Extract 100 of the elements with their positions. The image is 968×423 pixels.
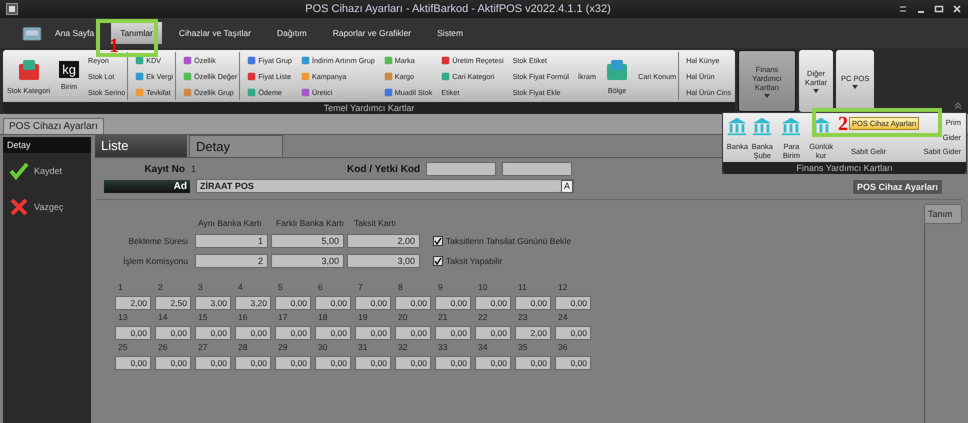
caret-icon: [764, 94, 770, 98]
installment-number: 18: [317, 312, 328, 322]
rate-field[interactable]: 0,00: [395, 296, 431, 310]
collapse-icon[interactable]: [954, 102, 962, 110]
rate-field[interactable]: 3,20: [235, 296, 271, 310]
rate-field[interactable]: 0,00: [115, 356, 151, 370]
highlight-frame: [96, 19, 158, 57]
installment-number: 13: [117, 312, 128, 322]
rate-field[interactable]: 0,00: [555, 356, 591, 370]
installment-number: 27: [197, 342, 208, 352]
installment-number: 31: [357, 342, 368, 352]
document-tab[interactable]: POS Cihazı Ayarları: [3, 118, 104, 134]
rate-field[interactable]: 0,00: [355, 326, 391, 340]
view-tab[interactable]: Detay: [189, 135, 283, 157]
rate-field[interactable]: 0,00: [275, 326, 311, 340]
rate-field[interactable]: 0,00: [275, 296, 311, 310]
checkmark-icon: [434, 237, 442, 245]
rate-field[interactable]: 2,50: [155, 296, 191, 310]
tile-icon: [301, 56, 310, 64]
rate-field[interactable]: 0,00: [235, 326, 271, 340]
rate-field[interactable]: 0,00: [315, 356, 351, 370]
installment-number: 35: [517, 342, 528, 352]
rate-field[interactable]: 0,00: [195, 356, 231, 370]
number-field[interactable]: 2: [195, 254, 268, 268]
rate-field[interactable]: 2,00: [115, 296, 151, 310]
ribbon-tab[interactable]: Ana Sayfa: [46, 22, 104, 44]
installment-number: 29: [277, 342, 288, 352]
folder-icon: [22, 24, 42, 42]
name-field[interactable]: ZİRAAT POS A: [196, 179, 574, 193]
number-field[interactable]: 3,00: [347, 254, 420, 268]
rate-field[interactable]: 0,00: [115, 326, 151, 340]
installment-number: 22: [477, 312, 488, 322]
number-field[interactable]: 1: [195, 234, 268, 248]
font-button[interactable]: A: [560, 180, 573, 192]
rate-field[interactable]: 0,00: [475, 326, 511, 340]
ribbon-tab[interactable]: Raporlar ve Grafikler: [324, 22, 420, 44]
rate-field[interactable]: 0,00: [195, 326, 231, 340]
rate-field[interactable]: 0,00: [515, 296, 551, 310]
number-field[interactable]: 3,00: [271, 254, 344, 268]
ribbon-tab[interactable]: Sistem: [428, 22, 472, 44]
installment-number: 19: [357, 312, 368, 322]
rate-field[interactable]: 0,00: [275, 356, 311, 370]
rate-field[interactable]: 0,00: [235, 356, 271, 370]
installment-number: 6: [317, 282, 324, 292]
rate-field[interactable]: 0,00: [355, 356, 391, 370]
boxes-icon: [605, 58, 630, 82]
record-no-value: 1: [191, 164, 198, 174]
tile-icon: [247, 56, 256, 64]
installment-number: 12: [557, 282, 568, 292]
unit-badge: kg: [59, 61, 79, 78]
option-checkbox[interactable]: Taksit Yapabilir: [433, 256, 502, 266]
ribbon-tab[interactable]: Cihazlar ve Taşıtlar: [170, 22, 260, 44]
installment-number: 16: [237, 312, 248, 322]
auth-code-field[interactable]: [502, 162, 572, 176]
app-logo-icon: [6, 3, 18, 15]
rate-field[interactable]: 0,00: [435, 326, 471, 340]
installment-number: 32: [397, 342, 408, 352]
bank-icon: [726, 115, 748, 137]
tile-icon: [441, 72, 450, 80]
record-no-label: Kayıt No: [143, 164, 185, 174]
code-field[interactable]: [426, 162, 496, 176]
installment-number: 10: [477, 282, 488, 292]
tile-icon: [384, 56, 393, 64]
view-tab[interactable]: Liste: [95, 135, 187, 157]
rate-field[interactable]: 0,00: [475, 356, 511, 370]
tile-icon: [183, 88, 192, 96]
rate-field[interactable]: 0,00: [435, 296, 471, 310]
rate-field[interactable]: 0,00: [155, 326, 191, 340]
option-checkbox[interactable]: Taksitlerin Tahsilat Gününü Bekle: [433, 236, 572, 246]
caret-icon: [813, 89, 819, 93]
close-icon[interactable]: [952, 4, 962, 14]
rate-field[interactable]: 0,00: [395, 356, 431, 370]
rate-field[interactable]: 0,00: [555, 296, 591, 310]
number-field[interactable]: 2,00: [347, 234, 420, 248]
side-tab[interactable]: Tanım: [924, 204, 962, 224]
rate-field[interactable]: 0,00: [515, 356, 551, 370]
rate-field[interactable]: 0,00: [155, 356, 191, 370]
ribbon-tab[interactable]: Dağıtım: [268, 22, 316, 44]
number-field[interactable]: 5,00: [271, 234, 344, 248]
rate-field[interactable]: 0,00: [315, 296, 351, 310]
rate-field[interactable]: 0,00: [555, 326, 591, 340]
rate-field[interactable]: 0,00: [395, 326, 431, 340]
installment-number: 8: [397, 282, 404, 292]
rate-field[interactable]: 0,00: [435, 356, 471, 370]
tooltip: POS Cihaz Ayarları: [852, 179, 943, 195]
tile-icon: [384, 72, 393, 80]
sidebar-header: Detay: [3, 137, 91, 153]
rate-field[interactable]: 3,00: [195, 296, 231, 310]
row-label: Bekleme Süresi: [127, 236, 188, 246]
rate-field[interactable]: 0,00: [475, 296, 511, 310]
installment-number: 30: [317, 342, 328, 352]
rate-field[interactable]: 0,00: [315, 326, 351, 340]
restore-icon[interactable]: [898, 4, 908, 14]
sidebar-button[interactable]: Kaydet: [3, 153, 91, 189]
installment-number: 28: [237, 342, 248, 352]
maximize-icon[interactable]: [934, 4, 944, 14]
rate-field[interactable]: 2,00: [515, 326, 551, 340]
sidebar-button[interactable]: Vazgeç: [3, 189, 91, 225]
bank-icon: [780, 115, 802, 137]
rate-field[interactable]: 0,00: [355, 296, 391, 310]
